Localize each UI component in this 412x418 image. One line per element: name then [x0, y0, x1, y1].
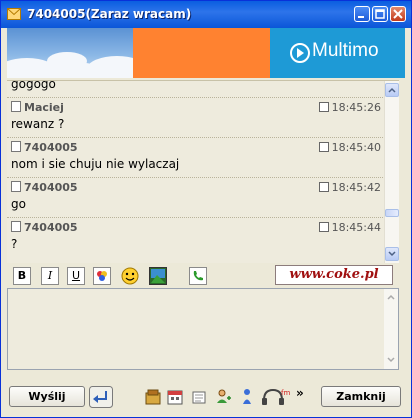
page-icon — [11, 101, 21, 112]
chevron-up-icon — [388, 87, 396, 93]
radio-icon[interactable]: fm — [261, 387, 291, 407]
format-toolbar: B I U www.coke.pl — [7, 263, 405, 287]
title-bar[interactable]: 7404005(Zaraz wracam) — [1, 1, 411, 28]
smiley-icon[interactable] — [121, 267, 139, 285]
message-time: 18:45:44 — [331, 221, 381, 234]
clock-icon — [318, 102, 329, 112]
chevron-down-icon[interactable] — [387, 357, 395, 363]
message-time: 18:45:40 — [331, 141, 381, 154]
window-title: 7404005(Zaraz wracam) — [27, 7, 192, 21]
coke-logo[interactable]: www.coke.pl — [275, 265, 393, 285]
add-contact-icon[interactable] — [213, 387, 233, 407]
input-scrollbar[interactable] — [384, 289, 398, 369]
message-text: nom i sie chuju nie wylaczaj — [11, 157, 180, 171]
banner-sky-image — [7, 28, 133, 78]
message-sender: 7404005 — [24, 181, 78, 194]
close-icon — [393, 9, 403, 19]
separator — [7, 177, 387, 178]
maximize-icon — [375, 9, 385, 19]
ad-banner[interactable]: Multimo — [7, 28, 405, 78]
svg-text:fm: fm — [281, 389, 290, 397]
scroll-down-button[interactable] — [385, 247, 399, 261]
more-button[interactable]: » — [296, 386, 304, 400]
bold-button[interactable]: B — [13, 267, 31, 285]
chat-window: 7404005(Zaraz wracam) Multimo gogogo Mac… — [0, 0, 412, 418]
bottom-bar: Wyślij fm » Zamknij — [1, 381, 411, 411]
message-time: 18:45:42 — [331, 181, 381, 194]
mail-icon — [7, 8, 21, 20]
scroll-thumb[interactable] — [385, 209, 399, 217]
chevron-up-icon[interactable] — [387, 294, 395, 300]
message-text: go — [11, 197, 26, 211]
file-transfer-icon[interactable] — [143, 387, 163, 407]
message-input[interactable] — [7, 288, 399, 370]
close-button[interactable]: Zamknij — [321, 386, 401, 407]
italic-button[interactable]: I — [41, 267, 59, 285]
phone-icon[interactable] — [189, 267, 207, 285]
partial-message: gogogo — [7, 80, 387, 91]
page-icon — [11, 181, 21, 192]
chevron-down-icon — [388, 251, 396, 257]
message-text: ? — [11, 237, 18, 251]
enter-icon[interactable] — [89, 386, 113, 408]
page-icon — [11, 221, 21, 232]
message-text: gogogo — [11, 80, 56, 91]
message-text: rewanz ? — [11, 117, 65, 131]
message-time: 18:45:26 — [331, 101, 381, 114]
clock-icon — [318, 142, 329, 152]
image-icon[interactable] — [149, 267, 167, 285]
separator — [7, 137, 387, 138]
banner-orange-panel — [133, 28, 270, 78]
close-window-button[interactable] — [390, 6, 406, 22]
send-button[interactable]: Wyślij — [9, 386, 85, 407]
contact-info-icon[interactable] — [237, 387, 257, 407]
multimo-banner[interactable]: Multimo — [270, 28, 405, 78]
minimize-icon — [358, 16, 364, 18]
message-sender: 7404005 — [24, 141, 78, 154]
color-icon[interactable] — [93, 267, 111, 285]
separator — [7, 97, 387, 98]
clock-icon — [318, 222, 329, 232]
maximize-button[interactable] — [372, 6, 388, 22]
separator — [7, 217, 387, 218]
message-item: 7404005 18:45:42 go — [7, 181, 387, 217]
play-icon — [290, 43, 310, 63]
message-item: 7404005 18:45:40 nom i sie chuju nie wyl… — [7, 141, 387, 177]
message-sender: 7404005 — [24, 221, 78, 234]
note-icon[interactable] — [189, 387, 209, 407]
message-item: Maciej 18:45:26 rewanz ? — [7, 101, 387, 137]
multimo-brand: Multimo — [312, 40, 379, 61]
scroll-up-button[interactable] — [385, 83, 399, 97]
calendar-icon[interactable] — [165, 387, 185, 407]
clock-icon — [318, 182, 329, 192]
chat-scrollbar[interactable] — [384, 81, 399, 263]
minimize-button[interactable] — [354, 6, 370, 22]
message-item: 7404005 18:45:44 ? — [7, 221, 387, 257]
message-sender: Maciej — [24, 101, 64, 114]
underline-button[interactable]: U — [67, 267, 85, 285]
chat-history[interactable]: gogogo Maciej 18:45:26 rewanz ? 7404005 … — [7, 80, 399, 263]
page-icon — [11, 141, 21, 152]
